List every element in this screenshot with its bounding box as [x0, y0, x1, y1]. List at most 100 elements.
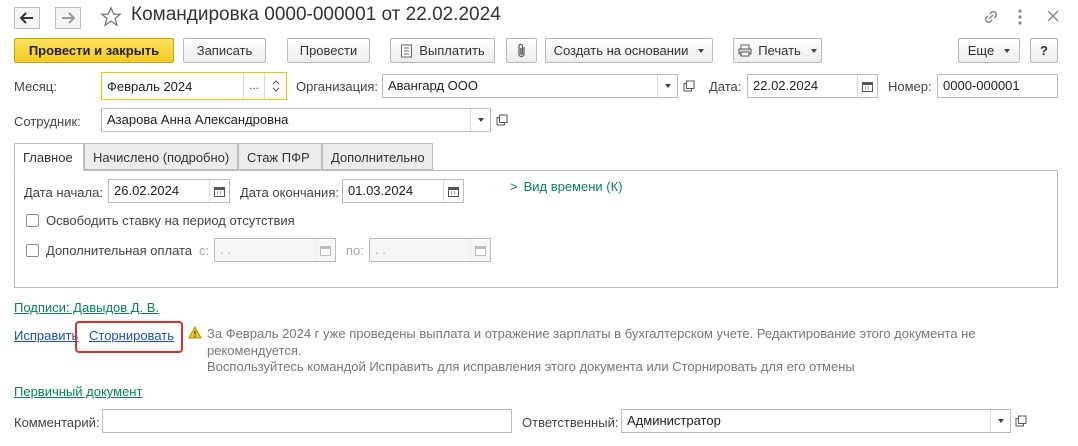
tab-accrued-detailed[interactable]: Начислено (подробно) [84, 143, 238, 170]
page-title: Командировка 0000-000001 от 22.02.2024 [131, 4, 501, 25]
create-based-on-label: Создать на основании [553, 43, 689, 58]
time-view-toggle[interactable]: > Вид времени (К) [510, 179, 623, 194]
employee-open-button[interactable] [493, 110, 511, 130]
month-field[interactable]: Февраль 2024 ... [101, 72, 287, 100]
responsible-open-button[interactable] [1012, 411, 1030, 431]
open-icon [1015, 415, 1027, 427]
calendar-icon [448, 186, 459, 197]
calendar-icon [320, 245, 331, 256]
save-button[interactable]: Записать [183, 38, 266, 63]
month-label: Месяц: [14, 79, 57, 94]
to-label: по: [346, 243, 364, 258]
forward-button[interactable] [55, 7, 81, 29]
chevron-down-icon [664, 84, 671, 88]
calendar-icon [862, 81, 873, 92]
attach-button[interactable] [506, 38, 537, 63]
date-label: Дата: [709, 79, 742, 94]
end-date-label: Дата окончания: [240, 185, 339, 200]
back-button[interactable] [14, 7, 40, 29]
calendar-icon [475, 245, 486, 256]
employee-dropdown-button[interactable] [470, 109, 490, 131]
tab-main[interactable]: Главное [14, 143, 84, 171]
pay-button[interactable]: Выплатить [390, 38, 495, 63]
signatures-link[interactable]: Подписи: Давыдов Д. В. [14, 300, 159, 315]
number-label: Номер: [888, 79, 932, 94]
end-date-value: 01.03.2024 [348, 183, 414, 198]
post-and-close-label: Провести и закрыть [28, 43, 160, 58]
post-label: Провести [299, 43, 358, 58]
tab-additional-label: Дополнительно [331, 150, 425, 165]
organization-open-button[interactable] [680, 76, 698, 96]
open-icon [496, 114, 508, 126]
fix-link[interactable]: Исправить [14, 328, 78, 343]
tab-pension-seniority-label: Стаж ПФР [247, 150, 310, 165]
employee-value: Азарова Анна Александровна [107, 112, 289, 127]
help-button[interactable]: ? [1030, 38, 1058, 63]
responsible-label: Ответственный: [522, 415, 619, 430]
to-date-field[interactable]: . . [369, 238, 491, 262]
month-stepper[interactable] [264, 73, 286, 99]
print-label: Печать [758, 43, 801, 58]
chevron-down-icon [477, 118, 484, 122]
post-and-close-button[interactable]: Провести и закрыть [14, 38, 174, 63]
print-button[interactable]: Печать [733, 38, 822, 63]
date-field[interactable]: 22.02.2024 [747, 74, 878, 98]
end-date-field[interactable]: 01.03.2024 [342, 179, 464, 203]
number-value: 0000-000001 [943, 78, 1020, 93]
responsible-field[interactable]: Администратор [621, 409, 1011, 433]
close-icon[interactable] [1046, 9, 1060, 26]
create-based-on-button[interactable]: Создать на основании [545, 38, 713, 63]
start-date-calendar-button[interactable] [209, 180, 229, 202]
start-date-field[interactable]: 26.02.2024 [108, 179, 230, 203]
date-calendar-button[interactable] [857, 75, 877, 97]
month-select-button[interactable]: ... [243, 73, 264, 99]
release-rate-checkbox[interactable] [26, 214, 39, 227]
more-vertical-icon[interactable] [1016, 8, 1024, 29]
more-button[interactable]: Еще [958, 38, 1020, 63]
time-view-label: Вид времени (К) [523, 179, 623, 194]
reverse-link[interactable]: Сторнировать [89, 328, 174, 343]
from-date-calendar-button[interactable] [315, 239, 335, 261]
favorite-star-icon[interactable] [100, 6, 122, 31]
organization-dropdown-button[interactable] [657, 75, 677, 97]
arrow-right-icon [62, 12, 75, 24]
pay-label: Выплатить [419, 43, 485, 58]
tab-main-label: Главное [23, 150, 73, 165]
responsible-dropdown-button[interactable] [990, 410, 1010, 432]
from-date-field[interactable]: . . [214, 238, 336, 262]
calendar-icon [214, 186, 225, 197]
extra-pay-checkbox[interactable] [26, 244, 39, 257]
chevron-right-icon: > [510, 179, 518, 194]
release-rate-label: Освободить ставку на период отсутствия [46, 213, 295, 228]
organization-field[interactable]: Авангард ООО [382, 74, 678, 98]
document-icon [401, 44, 413, 57]
end-date-calendar-button[interactable] [443, 180, 463, 202]
extra-pay-label: Дополнительная оплата [46, 243, 193, 258]
stepper-arrows-icon [272, 80, 280, 92]
primary-document-link[interactable]: Первичный документ [14, 384, 142, 399]
tab-pension-seniority[interactable]: Стаж ПФР [238, 143, 322, 170]
comment-field[interactable] [102, 409, 512, 433]
link-icon[interactable] [982, 8, 1000, 29]
month-value: Февраль 2024 [107, 79, 193, 94]
printer-icon [738, 44, 752, 57]
number-field[interactable]: 0000-000001 [937, 74, 1058, 98]
tab-additional[interactable]: Дополнительно [322, 143, 433, 170]
tab-accrued-detailed-label: Начислено (подробно) [93, 150, 230, 165]
warning-line-2: рекомендуется. [207, 343, 302, 358]
help-label: ? [1040, 43, 1048, 58]
organization-value: Авангард ООО [388, 78, 478, 93]
employee-label: Сотрудник: [14, 114, 81, 129]
employee-field[interactable]: Азарова Анна Александровна [101, 108, 491, 132]
paperclip-icon [517, 43, 525, 58]
to-date-calendar-button[interactable] [470, 239, 490, 261]
arrow-left-icon [20, 12, 33, 24]
to-date-value: . . [375, 242, 386, 257]
date-value: 22.02.2024 [753, 78, 819, 93]
start-date-label: Дата начала: [24, 185, 103, 200]
post-button[interactable]: Провести [287, 38, 370, 63]
warning-line-3: Воспользуйтесь командой Исправить для ис… [207, 359, 855, 374]
from-label: с: [199, 243, 210, 258]
from-date-value: . . [220, 242, 231, 257]
comment-label: Комментарий: [14, 415, 100, 430]
